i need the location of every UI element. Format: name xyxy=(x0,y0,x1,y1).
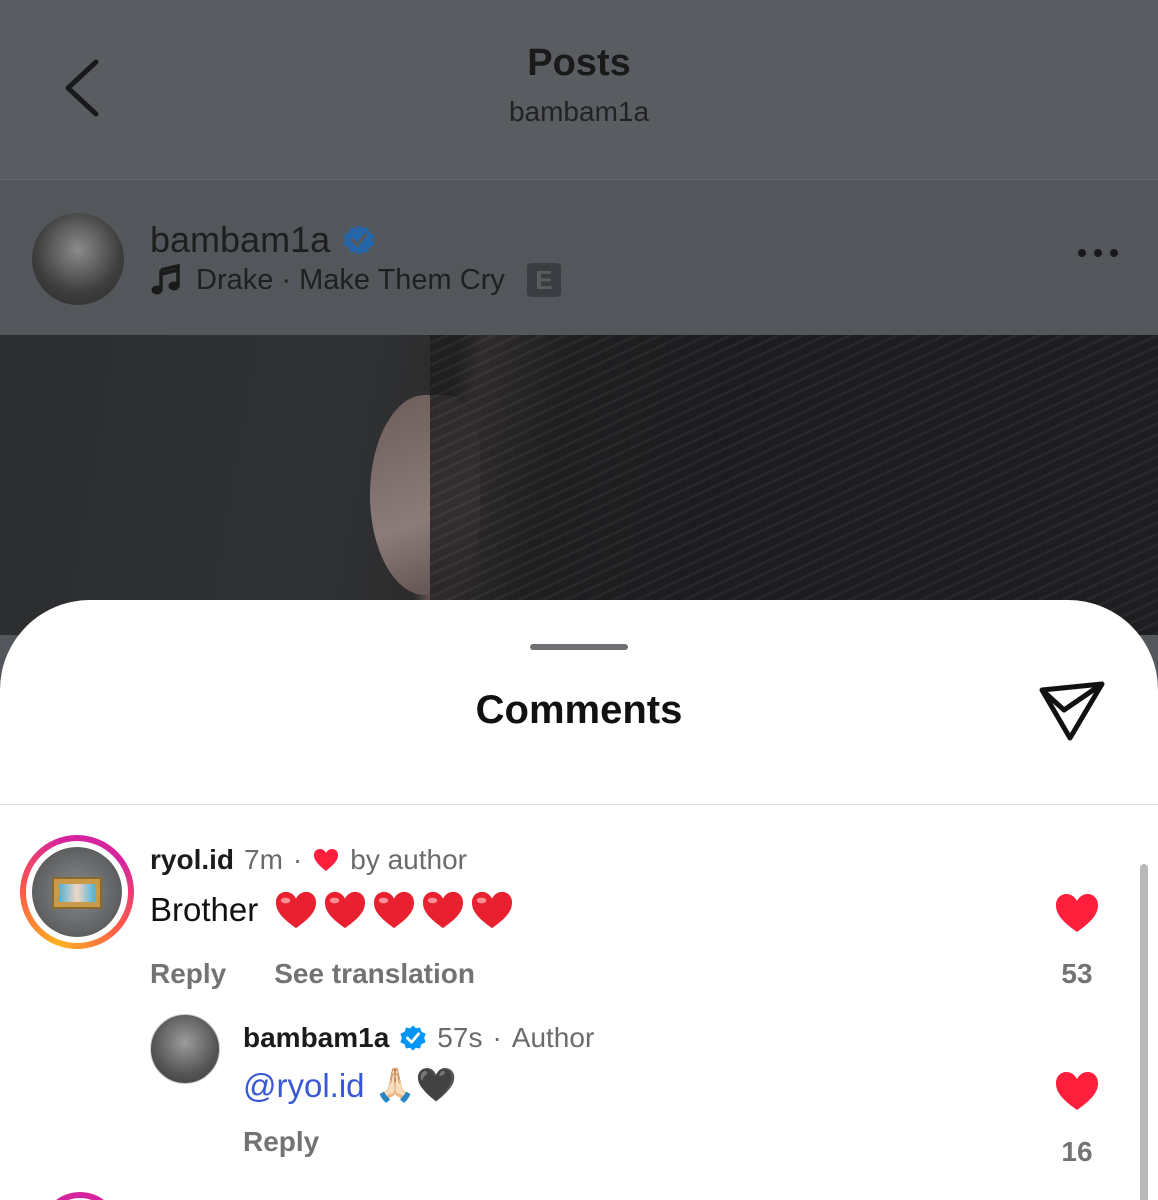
post-image xyxy=(0,335,1158,635)
reply-button[interactable]: Reply xyxy=(150,958,226,990)
see-translation-button[interactable]: See translation xyxy=(274,958,475,990)
share-send-icon[interactable] xyxy=(1036,680,1108,744)
top-bar: Posts bambam1a xyxy=(0,0,1158,180)
red-heart-emoji-icon xyxy=(472,891,513,929)
liked-by-author-label: by author xyxy=(350,844,467,875)
like-heart-icon[interactable] xyxy=(1054,892,1100,934)
heart-emoji-row xyxy=(274,890,514,930)
story-ring[interactable] xyxy=(20,835,134,949)
post-username-row[interactable]: bambam1a xyxy=(150,219,376,261)
reply-time: 57s xyxy=(437,1022,483,1053)
avatar[interactable] xyxy=(32,213,124,305)
reply-button[interactable]: Reply xyxy=(243,1126,319,1158)
more-options-icon[interactable] xyxy=(1078,249,1118,257)
author-label: Author xyxy=(511,1022,595,1053)
sheet-title: Comments xyxy=(475,688,683,732)
mention-link[interactable]: @ryol.id xyxy=(243,1067,365,1105)
comments-sheet: Comments ryol.id 7m · by author Brother … xyxy=(0,600,1158,1200)
reply-text: @ryol.id 🙏🏻🖤 xyxy=(243,1066,457,1105)
heart-icon xyxy=(314,849,339,871)
post-username[interactable]: bambam1a xyxy=(150,219,330,261)
divider xyxy=(0,804,1158,805)
avatar[interactable] xyxy=(150,1014,220,1084)
post-music[interactable]: Drake · Make Them Cry E xyxy=(150,263,561,297)
like-count: 16 xyxy=(1061,1136,1093,1167)
reply-meta: bambam1a 57s · Author xyxy=(243,1022,595,1054)
story-ring[interactable] xyxy=(40,1192,120,1200)
scrollbar[interactable] xyxy=(1140,864,1148,1200)
reply-username[interactable]: bambam1a xyxy=(243,1022,389,1054)
comment-actions: Reply See translation xyxy=(150,958,475,990)
avatar xyxy=(32,847,122,937)
like-count: 53 xyxy=(1061,958,1093,989)
reply-emoji: 🙏🏻🖤 xyxy=(374,1066,457,1103)
comment-time: 7m xyxy=(244,844,283,875)
music-label: Drake · Make Them Cry xyxy=(196,263,505,296)
like-heart-icon[interactable] xyxy=(1054,1070,1100,1112)
comment-meta: ryol.id 7m · by author xyxy=(150,844,467,876)
comment-username[interactable]: ryol.id xyxy=(150,844,234,876)
explicit-badge: E xyxy=(526,263,561,297)
sheet-grabber[interactable] xyxy=(530,644,628,650)
music-note-icon xyxy=(151,264,180,295)
post-header: bambam1a Drake · Make Them Cry E xyxy=(0,181,1158,335)
comment-text: Brother xyxy=(150,890,514,930)
page-title: Posts xyxy=(527,42,631,84)
red-heart-emoji-icon xyxy=(276,891,317,929)
red-heart-emoji-icon xyxy=(423,891,464,929)
verified-badge-icon xyxy=(400,1025,426,1051)
red-heart-emoji-icon xyxy=(325,891,366,929)
verified-badge-icon xyxy=(343,224,375,256)
page-subtitle: bambam1a xyxy=(508,96,650,127)
red-heart-emoji-icon xyxy=(374,891,415,929)
